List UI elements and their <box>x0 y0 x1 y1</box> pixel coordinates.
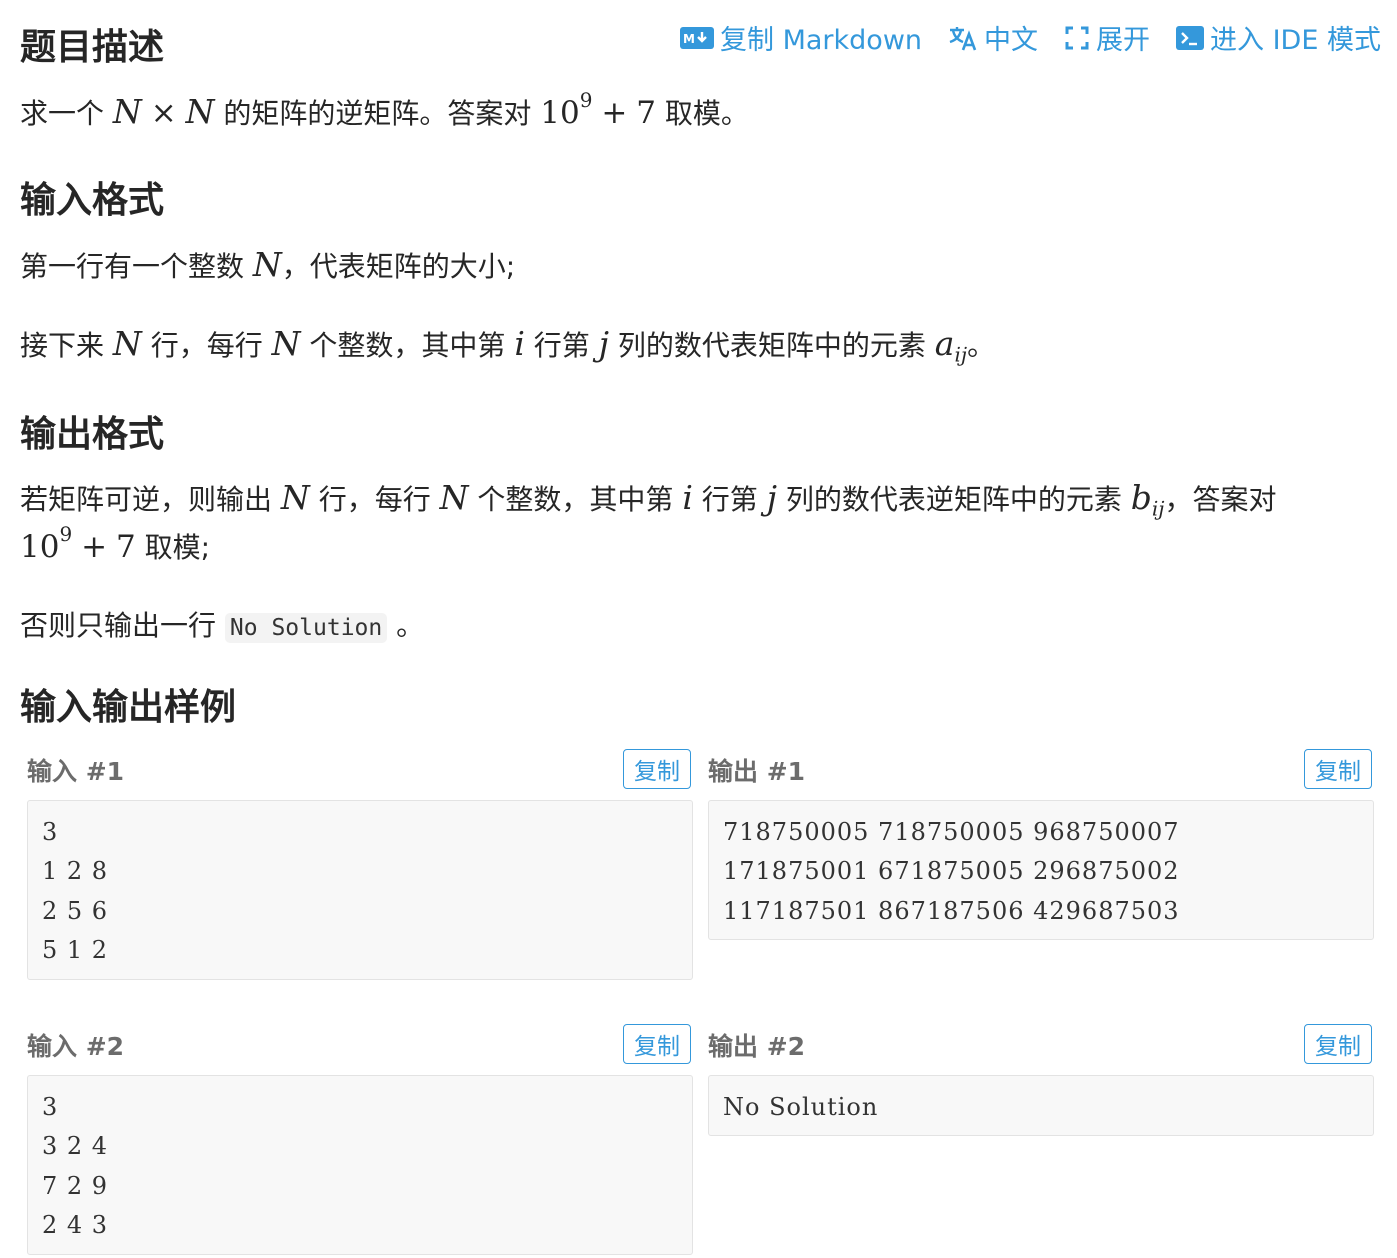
code-line: 718750005 718750005 968750007 <box>723 818 1180 846</box>
code-line: 2 4 3 <box>42 1211 109 1240</box>
input-1-box: 3 1 2 8 2 5 6 5 1 2 <box>27 800 693 980</box>
toolbar: M 复制 Markdown 中文 展开 进入 IDE 模式 <box>680 18 1381 57</box>
output-2-label: 输出 #2 <box>708 1032 806 1061</box>
code-line: 7 2 9 <box>42 1171 109 1200</box>
copy-markdown-button[interactable]: M 复制 Markdown <box>680 18 922 57</box>
enter-ide-label: 进入 IDE 模式 <box>1210 25 1381 56</box>
output-1-box: 718750005 718750005 968750007 171875001 … <box>708 800 1374 940</box>
code-line: 3 <box>42 818 59 846</box>
svg-text:M: M <box>683 32 695 46</box>
expand-icon <box>1065 26 1089 49</box>
input-format-heading: 输入格式 <box>20 180 165 221</box>
input-1-label: 输入 #1 <box>27 757 125 786</box>
input-format-line1: 第一行有一个整数 N，代表矩阵的大小; <box>20 245 516 284</box>
samples-heading: 输入输出样例 <box>20 687 237 728</box>
expand-label: 展开 <box>1096 25 1151 56</box>
code-line: No Solution <box>723 1093 879 1121</box>
expand-button[interactable]: 展开 <box>1064 18 1150 57</box>
code-line: 3 2 4 <box>42 1132 109 1161</box>
code-line: 1 2 8 <box>42 857 109 886</box>
language-button[interactable]: 中文 <box>948 18 1038 57</box>
code-line: 2 5 6 <box>42 896 109 925</box>
terminal-icon <box>1176 25 1205 50</box>
copy-output-1-button[interactable]: 复制 <box>1304 749 1372 789</box>
enter-ide-button[interactable]: 进入 IDE 模式 <box>1176 18 1381 57</box>
copy-input-2-button[interactable]: 复制 <box>623 1024 691 1064</box>
markdown-icon: M <box>680 26 714 49</box>
description-heading: 题目描述 <box>20 27 165 68</box>
input-format-line2: 接下来 N 行，每行 N 个整数，其中第 i 行第 j 列的数代表矩阵中的元素 … <box>20 324 996 367</box>
output-format-line2: 109 + 7 取模; <box>20 521 211 565</box>
output-format-heading: 输出格式 <box>20 414 165 455</box>
language-label: 中文 <box>984 25 1039 56</box>
code-line: 117187501 867187506 429687503 <box>723 896 1180 925</box>
output-2-box: No Solution <box>708 1075 1374 1136</box>
code-line: 171875001 671875005 296875002 <box>723 857 1180 886</box>
code-line: 3 <box>42 1093 59 1121</box>
input-2-box: 3 3 2 4 7 2 9 2 4 3 <box>27 1075 693 1255</box>
code-line: 5 1 2 <box>42 936 109 965</box>
output-format-line1: 若矩阵可逆，则输出 N 行，每行 N 个整数，其中第 i 行第 j 列的数代表逆… <box>20 478 1277 521</box>
output-format-line3: 否则只输出一行 No Solution 。 <box>20 609 425 643</box>
no-solution-code: No Solution <box>224 613 388 643</box>
copy-input-1-button[interactable]: 复制 <box>623 749 691 789</box>
output-1-label: 输出 #1 <box>708 757 806 786</box>
description-text: 求一个 N × N 的矩阵的逆矩阵。答案对 109 + 7 取模。 <box>20 87 749 131</box>
copy-markdown-label: 复制 Markdown <box>720 25 923 56</box>
translate-icon <box>949 26 977 50</box>
input-2-label: 输入 #2 <box>27 1032 125 1061</box>
copy-output-2-button[interactable]: 复制 <box>1304 1024 1372 1064</box>
